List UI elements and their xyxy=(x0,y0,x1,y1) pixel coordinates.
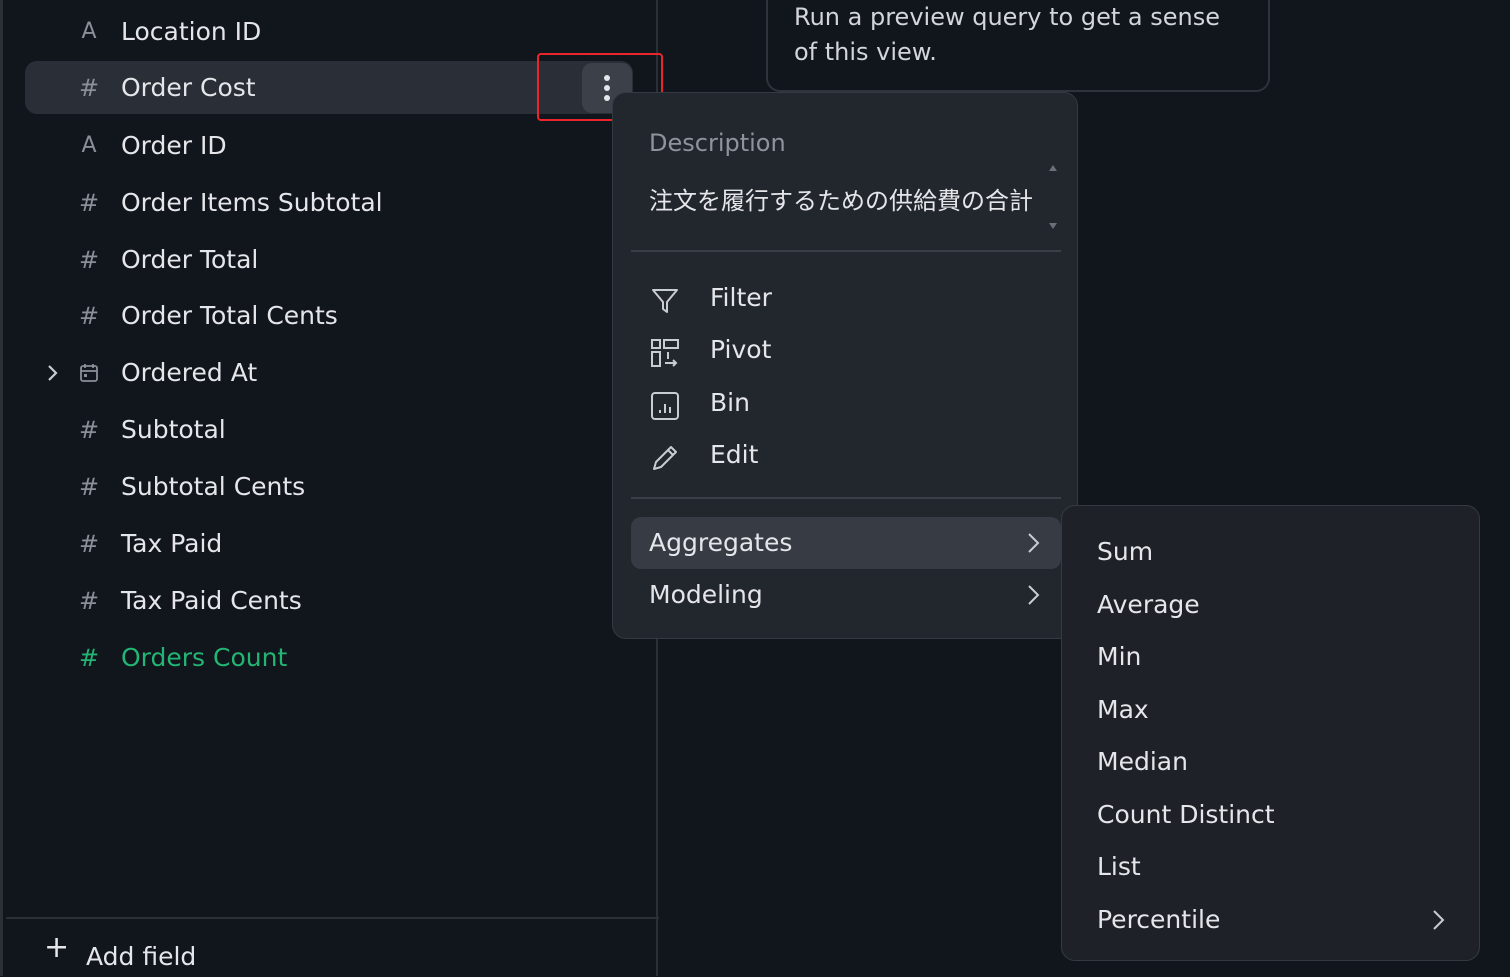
submenu-item-list[interactable]: List xyxy=(1062,841,1479,893)
field-row-orders-count[interactable]: # Orders Count xyxy=(25,631,633,684)
number-type-icon: # xyxy=(78,245,100,274)
submenu-item-min[interactable]: Min xyxy=(1062,631,1479,683)
field-row-subtotal-cents[interactable]: # Subtotal Cents xyxy=(25,460,633,513)
number-type-icon: # xyxy=(78,586,100,615)
number-type-icon: # xyxy=(78,415,100,444)
submenu-item-label: Average xyxy=(1097,590,1200,619)
submenu-item-median[interactable]: Median xyxy=(1062,736,1479,788)
field-label: Order Items Subtotal xyxy=(121,188,383,217)
aggregates-submenu: Sum Average Min Max Median Count Distinc… xyxy=(1061,505,1480,961)
add-field-label: Add field xyxy=(86,942,197,971)
menu-item-pivot[interactable]: Pivot xyxy=(631,324,1061,376)
add-field-button[interactable]: + Add field xyxy=(6,917,659,976)
menu-item-aggregates[interactable]: Aggregates xyxy=(631,517,1061,569)
submenu-item-max[interactable]: Max xyxy=(1062,684,1479,736)
number-type-icon: # xyxy=(78,73,100,102)
menu-item-filter[interactable]: Filter xyxy=(631,272,1061,324)
calendar-type-icon xyxy=(78,346,100,399)
field-label: Tax Paid xyxy=(121,529,223,558)
chevron-right-icon xyxy=(1433,910,1445,930)
menu-item-modeling[interactable]: Modeling xyxy=(631,569,1061,621)
submenu-item-count-distinct[interactable]: Count Distinct xyxy=(1062,789,1479,841)
field-context-menu: Description 注文を履行するための供給費の合計 Filter Pivo… xyxy=(612,92,1078,639)
field-row-order-total-cents[interactable]: # Order Total Cents xyxy=(25,289,633,342)
menu-divider xyxy=(631,497,1061,499)
menu-item-label: Aggregates xyxy=(649,528,793,557)
edit-icon xyxy=(653,446,677,470)
field-label: Orders Count xyxy=(121,643,288,672)
number-type-icon: # xyxy=(78,472,100,501)
field-label: Order ID xyxy=(121,131,227,160)
field-label: Tax Paid Cents xyxy=(121,586,302,615)
scroll-down-icon[interactable] xyxy=(1049,223,1057,229)
chevron-right-icon xyxy=(1028,533,1040,553)
field-row-location-id[interactable]: A Location ID xyxy=(25,5,633,58)
scroll-up-icon[interactable] xyxy=(1049,165,1057,171)
bin-icon xyxy=(651,392,679,420)
field-row-subtotal[interactable]: # Subtotal xyxy=(25,403,633,456)
menu-item-label: Filter xyxy=(710,283,772,312)
field-row-ordered-at[interactable]: Ordered At xyxy=(25,346,633,399)
field-label: Subtotal Cents xyxy=(121,472,306,501)
preview-hint-card: Run a preview query to get a sense of th… xyxy=(766,0,1270,92)
number-type-icon: # xyxy=(78,643,100,672)
number-type-icon: # xyxy=(78,529,100,558)
menu-item-label: Modeling xyxy=(649,580,763,609)
menu-item-label: Edit xyxy=(710,440,759,469)
menu-item-bin[interactable]: Bin xyxy=(631,377,1061,429)
submenu-item-label: Count Distinct xyxy=(1097,800,1275,829)
field-label: Location ID xyxy=(121,17,262,46)
menu-item-label: Pivot xyxy=(710,335,772,364)
submenu-item-percentile[interactable]: Percentile xyxy=(1062,894,1479,946)
number-type-icon: # xyxy=(78,301,100,330)
field-label: Order Total Cents xyxy=(121,301,338,330)
chevron-right-icon xyxy=(1028,585,1040,605)
submenu-item-label: Median xyxy=(1097,747,1188,776)
submenu-item-average[interactable]: Average xyxy=(1062,579,1479,631)
text-type-icon: A xyxy=(81,133,97,158)
menu-divider xyxy=(631,250,1061,252)
field-label: Subtotal xyxy=(121,415,226,444)
field-row-order-id[interactable]: A Order ID xyxy=(25,119,633,172)
submenu-item-label: Percentile xyxy=(1097,905,1221,934)
field-label: Order Total xyxy=(121,245,259,274)
menu-item-label: Bin xyxy=(710,388,750,417)
field-label: Ordered At xyxy=(121,358,258,387)
description-text: 注文を履行するための供給費の合計 xyxy=(649,187,1033,215)
submenu-item-label: Min xyxy=(1097,642,1142,671)
submenu-item-label: List xyxy=(1097,852,1141,881)
field-row-tax-paid-cents[interactable]: # Tax Paid Cents xyxy=(25,574,633,627)
submenu-item-label: Max xyxy=(1097,695,1149,724)
number-type-icon: # xyxy=(78,188,100,217)
field-label: Order Cost xyxy=(121,73,256,102)
menu-item-edit[interactable]: Edit xyxy=(631,429,1061,481)
chevron-right-icon[interactable] xyxy=(43,346,63,399)
text-type-icon: A xyxy=(81,19,97,44)
preview-hint-text: Run a preview query to get a sense of th… xyxy=(794,3,1220,66)
submenu-item-label: Sum xyxy=(1097,537,1154,566)
plus-icon: + xyxy=(44,930,70,965)
field-row-tax-paid[interactable]: # Tax Paid xyxy=(25,517,633,570)
filter-icon xyxy=(652,289,678,313)
field-row-order-total[interactable]: # Order Total xyxy=(25,233,633,286)
field-row-order-items-subtotal[interactable]: # Order Items Subtotal xyxy=(25,176,633,229)
submenu-item-sum[interactable]: Sum xyxy=(1062,526,1479,578)
description-title: Description xyxy=(649,129,786,157)
field-list-panel: A Location ID # Order Cost A Order ID # … xyxy=(0,0,659,976)
pivot-icon xyxy=(651,339,679,367)
